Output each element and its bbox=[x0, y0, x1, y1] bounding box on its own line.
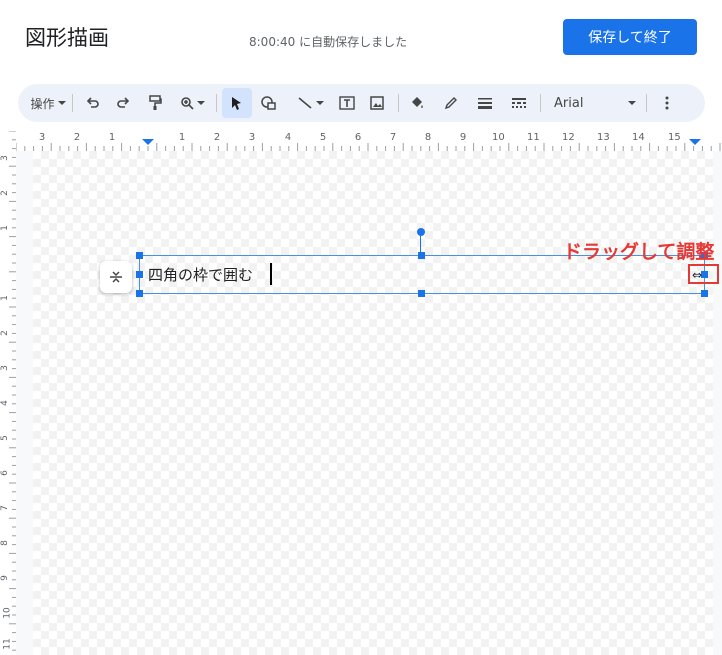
ruler-label: 2 bbox=[0, 330, 10, 336]
more-icon[interactable] bbox=[654, 84, 680, 122]
vertical-align-button[interactable] bbox=[100, 261, 132, 293]
ruler-label: 2 bbox=[73, 132, 81, 143]
ruler-label: 11 bbox=[527, 132, 540, 143]
ruler-label: 8 bbox=[0, 540, 10, 546]
ruler-label: 3 bbox=[38, 132, 46, 143]
chevron-down-icon bbox=[315, 101, 324, 105]
ruler-label: 6 bbox=[0, 470, 10, 476]
ruler-label: 8 bbox=[424, 132, 432, 143]
ruler-label: 4 bbox=[284, 132, 292, 143]
vertical-ruler: 3 2 1 1 2 3 4 5 6 7 8 9 10 11 bbox=[0, 131, 16, 655]
divider bbox=[646, 94, 647, 112]
fill-color-icon[interactable] bbox=[404, 84, 430, 122]
ruler-label: 10 bbox=[492, 132, 505, 143]
divider bbox=[72, 94, 73, 112]
zoom-icon[interactable] bbox=[174, 84, 210, 122]
textbox-content[interactable]: 四角の枠で囲む bbox=[148, 264, 253, 285]
ruler-label: 15 bbox=[668, 132, 681, 143]
line-icon[interactable] bbox=[288, 84, 332, 122]
ruler-label: 11 bbox=[2, 638, 13, 650]
select-icon[interactable] bbox=[222, 88, 252, 118]
ruler-label: 3 bbox=[248, 132, 256, 143]
textbox-icon[interactable] bbox=[334, 84, 360, 122]
line-dash-icon[interactable] bbox=[506, 84, 532, 122]
rotation-handle[interactable] bbox=[417, 228, 425, 236]
resize-handle-top-left[interactable] bbox=[136, 252, 143, 259]
actions-menu[interactable]: 操作 bbox=[28, 84, 68, 122]
ruler-label: 2 bbox=[213, 132, 221, 143]
undo-icon[interactable] bbox=[80, 84, 106, 122]
divider bbox=[398, 94, 399, 112]
line-weight-icon[interactable] bbox=[472, 84, 498, 122]
ruler-label: 7 bbox=[0, 505, 10, 511]
paint-format-icon[interactable] bbox=[142, 84, 168, 122]
chevron-down-icon bbox=[196, 101, 205, 105]
chevron-down-icon bbox=[57, 101, 66, 105]
redo-icon[interactable] bbox=[110, 84, 136, 122]
resize-handle-bottom-left[interactable] bbox=[136, 290, 143, 297]
ruler-label: 14 bbox=[632, 132, 645, 143]
drawing-canvas[interactable] bbox=[33, 151, 713, 655]
shape-icon[interactable] bbox=[256, 84, 282, 122]
ruler-label: 3 bbox=[0, 155, 10, 161]
divider bbox=[216, 94, 217, 112]
ruler-label: 12 bbox=[562, 132, 575, 143]
text-cursor bbox=[270, 263, 272, 285]
vertical-align-icon bbox=[110, 271, 122, 283]
autosave-status: 8:00:40 に自動保存しました bbox=[249, 35, 408, 49]
ruler-label: 10 bbox=[2, 607, 13, 619]
ruler-label: 1 bbox=[0, 225, 10, 231]
drawing-toolbar: 操作 Arial bbox=[18, 84, 705, 122]
annotation-drag-adjust: ドラッグして調整 bbox=[563, 241, 715, 263]
ruler-label: 7 bbox=[389, 132, 397, 143]
horizontal-ruler: 3 2 1 1 2 3 4 5 6 7 8 9 10 11 12 13 14 1… bbox=[16, 131, 722, 151]
ruler-label: 13 bbox=[597, 132, 610, 143]
pen-icon[interactable] bbox=[438, 84, 464, 122]
ruler-label: 5 bbox=[0, 435, 10, 441]
image-icon[interactable] bbox=[364, 84, 390, 122]
ruler-label: 4 bbox=[0, 400, 10, 406]
ruler-label: 9 bbox=[0, 575, 10, 581]
ruler-label: 1 bbox=[108, 132, 116, 143]
ruler-label: 3 bbox=[0, 365, 10, 371]
ruler-label: 1 bbox=[0, 295, 10, 301]
divider bbox=[540, 94, 541, 112]
ruler-label: 1 bbox=[178, 132, 186, 143]
ruler-label: 6 bbox=[354, 132, 362, 143]
actions-label: 操作 bbox=[30, 96, 55, 111]
ruler-label: 5 bbox=[319, 132, 327, 143]
chevron-down-icon bbox=[628, 101, 636, 105]
ruler-label: 2 bbox=[0, 190, 10, 196]
resize-handle-bottom[interactable] bbox=[418, 290, 425, 297]
resize-handle-left[interactable] bbox=[136, 271, 143, 278]
font-select[interactable]: Arial bbox=[554, 84, 636, 122]
horizontal-resize-cursor-icon: ⇔ bbox=[692, 268, 703, 282]
ruler-label: 9 bbox=[459, 132, 467, 143]
font-name: Arial bbox=[554, 95, 584, 111]
save-and-close-button[interactable]: 保存して終了 bbox=[563, 19, 697, 55]
dialog-title: 図形描画 bbox=[25, 26, 109, 50]
resize-handle-bottom-right[interactable] bbox=[701, 290, 708, 297]
resize-handle-top[interactable] bbox=[418, 252, 425, 259]
